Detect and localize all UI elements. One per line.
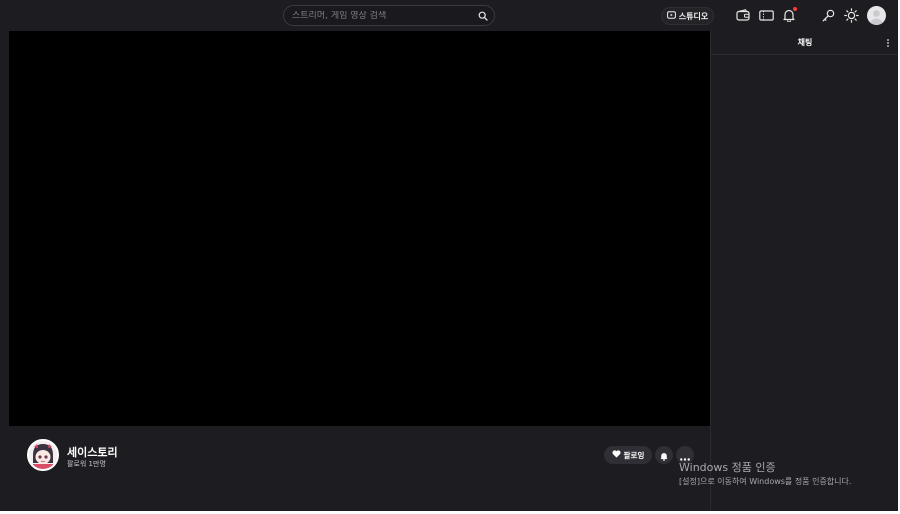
chat-more-icon[interactable] xyxy=(884,37,892,49)
follower-count: 팔로워 1만명 xyxy=(67,460,106,468)
channel-name[interactable]: 세이스토리 xyxy=(67,444,118,460)
stream-info-panel xyxy=(9,426,710,511)
search-icon[interactable] xyxy=(472,6,494,25)
notification-toggle-button[interactable] xyxy=(655,446,673,464)
windows-activation-watermark: Windows 정품 인증 [설정]으로 이동하여 Windows를 정품 인증… xyxy=(679,461,851,488)
heart-icon xyxy=(612,450,621,460)
app-window: 스튜디오 xyxy=(0,0,900,514)
left-gutter xyxy=(0,31,9,514)
chat-panel: 채팅 xyxy=(710,31,899,511)
sun-icon[interactable] xyxy=(842,6,860,24)
bell-icon xyxy=(660,446,668,465)
watermark-title: Windows 정품 인증 xyxy=(679,461,776,474)
studio-label: 스튜디오 xyxy=(678,11,709,21)
bell-icon[interactable] xyxy=(780,6,798,24)
follow-label: 팔로잉 xyxy=(623,450,645,460)
video-player[interactable] xyxy=(9,31,710,426)
channel-avatar[interactable] xyxy=(27,439,59,471)
chat-title: 채팅 xyxy=(797,38,813,47)
studio-button[interactable]: 스튜디오 xyxy=(661,7,714,25)
top-bar: 스튜디오 xyxy=(0,0,900,31)
search-input[interactable] xyxy=(292,10,472,21)
chat-header: 채팅 xyxy=(711,31,899,55)
wallet-icon[interactable] xyxy=(734,6,752,24)
ticket-icon[interactable] xyxy=(757,6,775,24)
key-icon[interactable] xyxy=(819,6,837,24)
watermark-subtitle: [설정]으로 이동하여 Windows를 정품 인증합니다. xyxy=(679,477,852,486)
search-bar[interactable] xyxy=(283,5,495,26)
studio-icon xyxy=(666,11,676,21)
profile-avatar[interactable] xyxy=(867,6,886,25)
notification-dot xyxy=(793,7,797,11)
follow-button[interactable]: 팔로잉 xyxy=(604,446,652,464)
